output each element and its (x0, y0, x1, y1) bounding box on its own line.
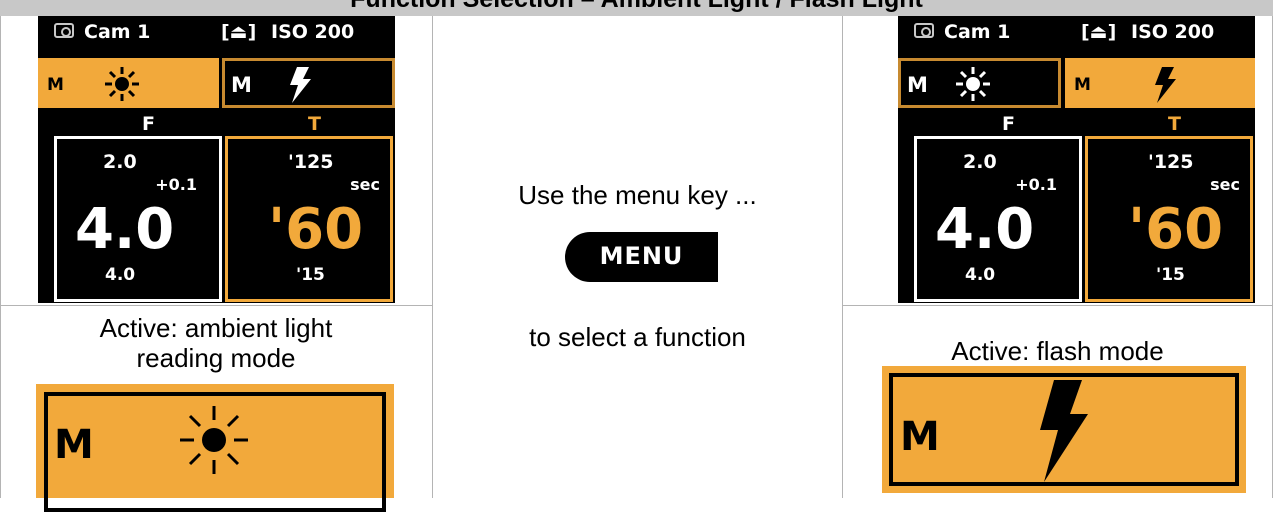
aperture-lower-value: 4.0 (105, 265, 136, 285)
menu-key[interactable]: MENU (565, 232, 718, 282)
lightning-bolt-icon (1040, 380, 1088, 482)
camera-icon (914, 23, 934, 38)
page-title: Function Selection – Ambient Light / Fla… (0, 0, 1273, 14)
sun-icon (956, 67, 990, 101)
lightning-bolt-icon (290, 67, 311, 103)
metering-icon: [⏏] (1081, 21, 1117, 43)
mode-letter: M (47, 75, 64, 95)
shutter-column-label: T (308, 113, 321, 135)
aperture-column-label: F (1002, 113, 1015, 135)
ambient-caption: Active: ambient light reading mode (99, 313, 333, 373)
mode-letter: M (907, 73, 928, 97)
ambient-mode-zoom: M (36, 384, 394, 512)
shutter-lower-value: '15 (1156, 265, 1185, 285)
flash-mode-button[interactable]: M (1065, 58, 1255, 108)
aperture-offset: +0.1 (1015, 175, 1057, 194)
meter-screen-ambient: Cam 1 [⏏] ISO 200 M M F T 2.0 +0.1 4.0 4… (38, 16, 395, 303)
instruction-bottom: to select a function (529, 322, 746, 352)
flash-mode-button[interactable]: M (222, 58, 395, 108)
menu-key-label: MENU (599, 242, 684, 270)
shutter-value-box: '125 sec '60 '15 (1085, 136, 1253, 302)
shutter-unit: sec (350, 175, 380, 194)
sun-icon (105, 67, 139, 101)
aperture-main-value: 4.0 (75, 197, 175, 262)
camera-icon (54, 23, 74, 38)
grid-line (842, 305, 1273, 306)
lightning-bolt-icon (1155, 67, 1176, 103)
aperture-lower-value: 4.0 (965, 265, 996, 285)
shutter-upper-value: '125 (1148, 151, 1194, 173)
aperture-offset: +0.1 (155, 175, 197, 194)
status-bar: Cam 1 [⏏] ISO 200 (38, 20, 395, 46)
shutter-main-value: '60 (1128, 197, 1224, 262)
shutter-column-label: T (1168, 113, 1181, 135)
aperture-main-value: 4.0 (935, 197, 1035, 262)
meter-screen-flash: Cam 1 [⏏] ISO 200 M M F T 2.0 +0.1 4.0 4… (898, 16, 1255, 303)
shutter-value-box: '125 sec '60 '15 (225, 136, 393, 302)
ambient-mode-button[interactable]: M (38, 58, 219, 108)
status-bar: Cam 1 [⏏] ISO 200 (898, 20, 1255, 46)
flash-mode-zoom: M (882, 366, 1246, 493)
aperture-column-label: F (142, 113, 155, 135)
shutter-main-value: '60 (268, 197, 364, 262)
aperture-value-box: 2.0 +0.1 4.0 4.0 (914, 136, 1082, 302)
shutter-unit: sec (1210, 175, 1240, 194)
aperture-upper-value: 2.0 (963, 151, 997, 173)
mode-letter: M (231, 73, 252, 97)
grid-line (0, 16, 1, 498)
iso-label: ISO 200 (271, 21, 355, 43)
ambient-mode-button[interactable]: M (898, 58, 1061, 108)
mode-letter: M (900, 414, 940, 460)
mode-letter: M (54, 422, 94, 468)
instruction-top: Use the menu key ... (518, 180, 757, 210)
camera-label: Cam 1 (944, 21, 1011, 43)
metering-icon: [⏏] (221, 21, 257, 43)
grid-line (842, 16, 843, 498)
camera-label: Cam 1 (84, 21, 151, 43)
grid-line (0, 305, 432, 306)
grid-line (432, 16, 433, 498)
mode-letter: M (1074, 75, 1091, 95)
sun-icon (180, 406, 248, 474)
flash-caption: Active: flash mode (951, 336, 1164, 366)
aperture-upper-value: 2.0 (103, 151, 137, 173)
shutter-lower-value: '15 (296, 265, 325, 285)
aperture-value-box: 2.0 +0.1 4.0 4.0 (54, 136, 222, 302)
shutter-upper-value: '125 (288, 151, 334, 173)
title-bar: Function Selection – Ambient Light / Fla… (0, 0, 1273, 16)
iso-label: ISO 200 (1131, 21, 1215, 43)
